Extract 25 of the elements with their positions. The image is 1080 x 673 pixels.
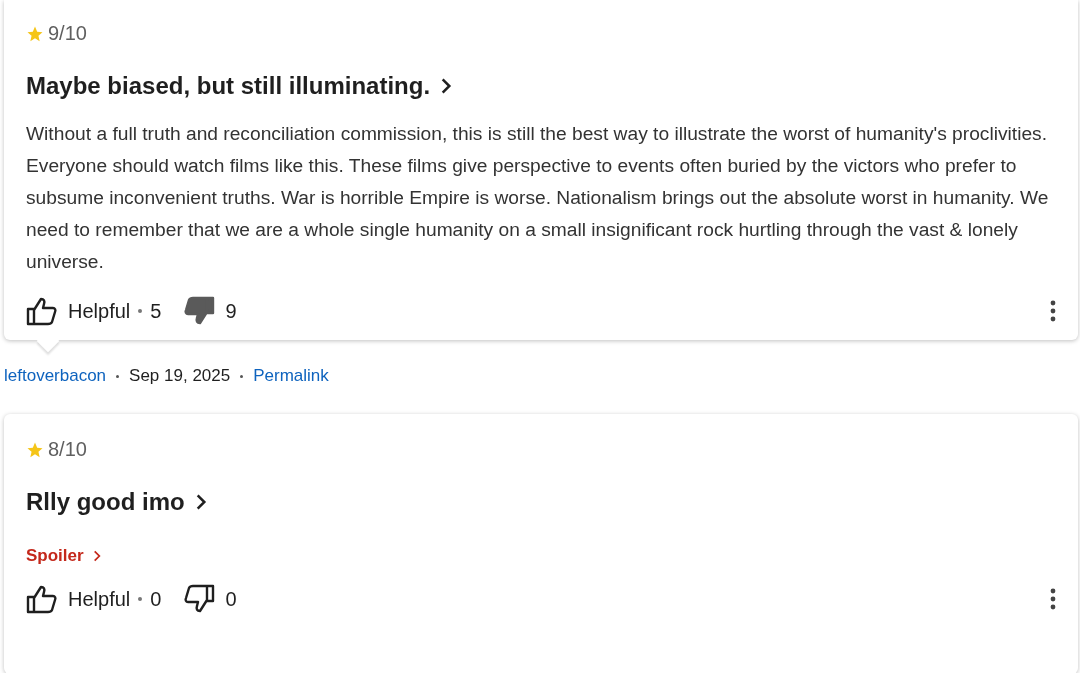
thumb-up-icon (26, 584, 58, 614)
more-button[interactable] (1050, 300, 1056, 322)
thumb-up-icon (26, 296, 58, 326)
separator-dot (138, 309, 143, 313)
separator-dot (240, 374, 244, 378)
spoiler-toggle[interactable]: Spoiler (26, 546, 104, 566)
rating-text: 9/10 (48, 22, 87, 45)
more-button[interactable] (1050, 588, 1056, 610)
more-icon (1050, 588, 1056, 610)
review-title-link[interactable]: Maybe biased, but still illuminating. (26, 72, 1056, 100)
more-icon (1050, 300, 1056, 322)
permalink-link[interactable]: Permalink (253, 366, 329, 386)
review-text: Without a full truth and reconciliation commission, this is still the best way to illustrate the worst of humanity's proclivities. Everyone should watch films like this. These films give perspective to events often buried by the victors who prefer to subsume inconvenient truths. War is horrible Empire is worse. Nationalism brings out the absolute worst in humanity. We need to remember that we are a whole single humanity on a small insignificant rock hurtling through the vast & lonely universe. (26, 122, 1050, 274)
separator-dot (138, 597, 143, 601)
helpful-count: 5 (150, 299, 162, 323)
separator-dot (116, 374, 120, 378)
author-link[interactable]: leftoverbacon (4, 366, 107, 386)
review-title-link[interactable]: Rlly good imo (26, 488, 1056, 516)
unhelpful-button[interactable]: 0 (183, 584, 237, 614)
helpful-button[interactable]: Helpful (26, 296, 131, 326)
review-date: Sep 19, 2025 (129, 366, 231, 386)
helpful-count: 0 (150, 587, 162, 611)
helpful-button[interactable]: Helpful (26, 584, 131, 614)
unhelpful-button[interactable]: 9 (183, 296, 237, 326)
rating-text: 8/10 (48, 438, 87, 461)
